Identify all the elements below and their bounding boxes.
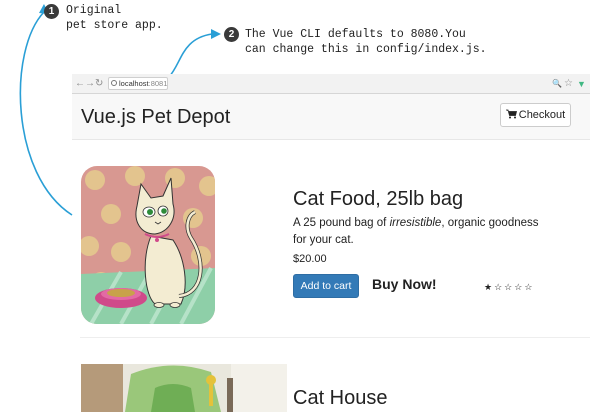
info-icon bbox=[111, 80, 117, 86]
callout-number-1: 1 bbox=[44, 4, 59, 19]
callout-number-2: 2 bbox=[224, 27, 239, 42]
url-host: localhost bbox=[119, 79, 149, 88]
forward-icon[interactable]: → bbox=[85, 77, 95, 91]
star-filled-icon: ★ bbox=[484, 282, 495, 292]
star-empty-icon: ☆ bbox=[514, 282, 525, 292]
address-bar[interactable]: localhost:8081 bbox=[108, 77, 168, 90]
product-description-start: A 25 pound bag of bbox=[293, 217, 390, 229]
callout-arrowhead-2 bbox=[211, 29, 221, 39]
checkout-label: Checkout bbox=[518, 109, 566, 121]
reload-icon[interactable]: ↻ bbox=[95, 77, 103, 91]
brand-title[interactable]: Vue.js Pet Depot bbox=[81, 106, 230, 129]
product-title-2: Cat House bbox=[293, 387, 388, 409]
product-price: $20.00 bbox=[293, 253, 327, 265]
checkout-button[interactable]: Checkout bbox=[500, 103, 571, 127]
browser-toolbar: ← → ↻ localhost:8081 🔍 ☆ ▼ bbox=[72, 74, 590, 94]
star-icon[interactable]: ☆ bbox=[564, 77, 573, 91]
add-to-cart-button[interactable]: Add to cart bbox=[293, 274, 359, 298]
vue-devtools-icon[interactable]: ▼ bbox=[577, 77, 586, 91]
zoom-icon[interactable]: 🔍 bbox=[552, 77, 562, 91]
cart-icon bbox=[505, 109, 517, 119]
product-description-emphasis: irresistible bbox=[389, 217, 442, 229]
product-image-cat-house bbox=[81, 364, 287, 412]
product-title: Cat Food, 25lb bag bbox=[293, 188, 464, 210]
product-image-cat-food bbox=[81, 166, 215, 324]
star-empty-icon: ☆ bbox=[524, 282, 535, 292]
star-empty-icon: ☆ bbox=[504, 282, 515, 292]
product-rating: ★☆☆☆☆ bbox=[484, 282, 534, 293]
navbar: Vue.js Pet Depot Checkout bbox=[72, 94, 590, 140]
url-port: :8081 bbox=[148, 79, 168, 88]
callout-arrow-1 bbox=[19, 11, 73, 216]
product-description: A 25 pound bag of irresistible, organic … bbox=[293, 215, 553, 249]
back-icon[interactable]: ← bbox=[75, 77, 85, 91]
product-divider bbox=[80, 337, 590, 338]
buy-now-button[interactable]: Buy Now! bbox=[372, 276, 437, 292]
star-empty-icon: ☆ bbox=[494, 282, 505, 292]
callout-text-2: The Vue CLI defaults to 8080.You can cha… bbox=[245, 28, 487, 56]
callout-text-1: Original pet store app. bbox=[66, 4, 163, 32]
